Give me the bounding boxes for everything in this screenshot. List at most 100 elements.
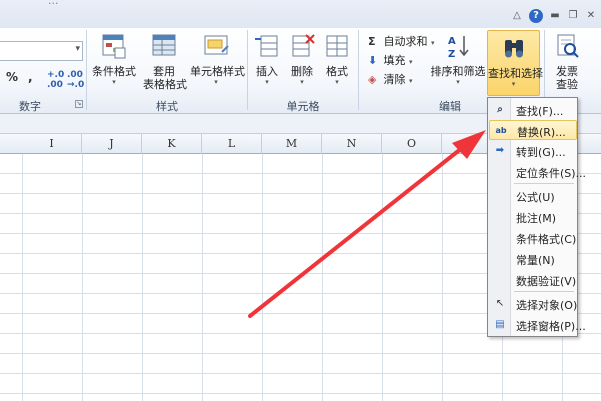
group-label-number: 数字 bbox=[19, 100, 41, 113]
chevron-down-icon: ▾ bbox=[265, 78, 269, 86]
column-header[interactable]: L bbox=[202, 134, 262, 154]
menu-item-label: 查找(F)... bbox=[516, 105, 564, 118]
menu-item-label: 转到(G)... bbox=[516, 146, 566, 159]
menu-item-find[interactable]: ⌕ 查找(F)... bbox=[489, 100, 577, 120]
close-icon[interactable]: ✕ bbox=[585, 10, 597, 22]
menu-item-replace[interactable]: ab 替换(R)... bbox=[489, 120, 577, 140]
chevron-down-icon: ▾ bbox=[511, 80, 516, 88]
menu-item-label: 批注(M) bbox=[516, 212, 557, 225]
column-header[interactable]: J bbox=[82, 134, 142, 154]
menu-item-goto-special[interactable]: 定位条件(S)... bbox=[489, 162, 586, 182]
menu-item-comments[interactable]: 批注(M) bbox=[489, 207, 577, 227]
eraser-icon: ◈ bbox=[368, 73, 377, 86]
restore-icon[interactable]: ❐ bbox=[567, 10, 579, 22]
title-bar: ... △ ? ▬ ❐ ✕ bbox=[0, 0, 601, 28]
arrow-right-icon: ➡ bbox=[495, 145, 505, 156]
autosum-label: 自动求和 bbox=[383, 35, 428, 48]
clear-button[interactable]: ◈ 清除 ▾ bbox=[368, 71, 413, 87]
binoculars-icon: ⌕ bbox=[497, 104, 503, 115]
cell-styles-button[interactable]: 单元格样式 ▾ bbox=[190, 32, 245, 86]
format-cells-icon bbox=[326, 35, 348, 57]
chevron-down-icon: ▾ bbox=[456, 78, 460, 86]
menu-item-label: 公式(U) bbox=[516, 191, 555, 204]
svg-text:A: A bbox=[448, 36, 456, 47]
invoice-label-2: 查验 bbox=[556, 78, 578, 91]
group-label-styles: 样式 bbox=[156, 100, 178, 113]
chevron-down-icon: ▾ bbox=[112, 78, 116, 86]
menu-item-select-objects[interactable]: ↖ 选择对象(O) bbox=[489, 294, 577, 314]
menu-item-conditional-formatting[interactable]: 条件格式(C) bbox=[489, 228, 577, 248]
cell-styles-icon bbox=[204, 35, 229, 55]
format-label: 格式 bbox=[326, 65, 348, 78]
find-select-label: 查找和选择 bbox=[488, 67, 543, 80]
comma-style-button[interactable]: , bbox=[28, 70, 33, 84]
binoculars-icon bbox=[504, 40, 523, 58]
clear-label: 清除 bbox=[383, 73, 406, 86]
chevron-down-icon: ▾ bbox=[75, 44, 80, 54]
conditional-format-button[interactable]: 条件格式 ▾ bbox=[90, 32, 138, 86]
fill-label: 填充 bbox=[383, 54, 406, 67]
minimize-icon[interactable]: ▬ bbox=[549, 10, 561, 22]
conditional-format-label: 条件格式 bbox=[92, 65, 136, 78]
invoice-search-icon bbox=[557, 34, 579, 58]
svg-text:Z: Z bbox=[448, 49, 455, 60]
menu-item-label: 条件格式(C) bbox=[516, 233, 577, 246]
fill-down-icon: ⬇ bbox=[368, 54, 378, 67]
insert-label: 插入 bbox=[256, 65, 278, 78]
replace-icon: ab bbox=[495, 126, 507, 135]
window-title: ... bbox=[48, 0, 59, 7]
find-select-menu: ⌕ 查找(F)... ab 替换(R)... ➡ 转到(G)... 定位条件(S… bbox=[487, 97, 586, 337]
delete-button[interactable]: 删除 ▾ bbox=[286, 32, 318, 86]
help-icon[interactable]: ? bbox=[529, 9, 543, 23]
delete-label: 删除 bbox=[291, 65, 313, 78]
group-divider bbox=[358, 30, 359, 110]
column-header[interactable]: I bbox=[22, 134, 82, 154]
invoice-check-button[interactable]: 发票 查验 bbox=[549, 32, 585, 91]
increase-decimal-button[interactable]: +.0.00 bbox=[47, 70, 64, 90]
cell-styles-label: 单元格样式 bbox=[190, 65, 245, 78]
insert-button[interactable]: 插入 ▾ bbox=[251, 32, 283, 86]
group-divider bbox=[247, 30, 248, 110]
delete-cells-icon bbox=[292, 34, 315, 57]
menu-item-label: 常量(N) bbox=[516, 254, 555, 267]
group-label-cells: 单元格 bbox=[286, 100, 320, 113]
column-header[interactable]: O bbox=[382, 134, 442, 154]
format-table-label-1: 套用 bbox=[153, 65, 175, 78]
format-table-icon bbox=[152, 34, 176, 56]
chevron-down-icon: ▾ bbox=[214, 78, 218, 86]
decrease-decimal-button[interactable]: .00 →.0 bbox=[67, 70, 84, 90]
column-header[interactable]: M bbox=[262, 134, 322, 154]
chevron-down-icon: ▾ bbox=[300, 78, 304, 86]
menu-item-formulas[interactable]: 公式(U) bbox=[489, 186, 577, 206]
chevron-down-icon: ▾ bbox=[335, 78, 339, 86]
format-button[interactable]: 格式 ▾ bbox=[321, 32, 353, 86]
menu-item-label: 选择对象(O) bbox=[516, 299, 578, 312]
menu-item-label: 替换(R)... bbox=[517, 126, 566, 139]
sort-filter-button[interactable]: A Z 排序和筛选 ▾ bbox=[430, 32, 486, 86]
fill-button[interactable]: ⬇ 填充 ▾ bbox=[368, 52, 413, 68]
window-controls: △ ? ▬ ❐ ✕ bbox=[511, 9, 597, 23]
percent-style-button[interactable]: % bbox=[6, 70, 18, 84]
sort-filter-label: 排序和筛选 bbox=[430, 65, 486, 78]
group-divider bbox=[86, 30, 87, 110]
invoice-label-1: 发票 bbox=[556, 65, 578, 78]
chevron-down-icon: ▾ bbox=[409, 77, 413, 85]
menu-item-selection-pane[interactable]: ▤ 选择窗格(P)... bbox=[489, 315, 585, 335]
menu-item-label: 选择窗格(P)... bbox=[516, 320, 586, 333]
column-header[interactable]: N bbox=[322, 134, 382, 154]
sort-az-icon: A Z bbox=[448, 36, 469, 60]
format-as-table-button[interactable]: 套用 表格格式 bbox=[143, 32, 187, 91]
pointer-icon: ↖ bbox=[495, 298, 505, 309]
selection-pane-icon: ▤ bbox=[495, 319, 505, 330]
chevron-down-icon: ▾ bbox=[409, 58, 413, 66]
dialog-launcher-icon[interactable]: ↘ bbox=[75, 100, 83, 108]
menu-item-goto[interactable]: ➡ 转到(G)... bbox=[489, 141, 577, 161]
number-format-select[interactable]: ▾ bbox=[0, 41, 83, 61]
menu-item-data-validation[interactable]: 数据验证(V) bbox=[489, 270, 577, 290]
find-select-button[interactable]: 查找和选择 ▾ bbox=[487, 30, 543, 96]
autosum-button[interactable]: Σ 自动求和 ▾ bbox=[368, 33, 435, 49]
ribbon-collapse-icon[interactable]: △ bbox=[511, 10, 523, 22]
menu-item-constants[interactable]: 常量(N) bbox=[489, 249, 577, 269]
column-header[interactable]: K bbox=[142, 134, 202, 154]
menu-item-label: 定位条件(S)... bbox=[516, 167, 587, 180]
